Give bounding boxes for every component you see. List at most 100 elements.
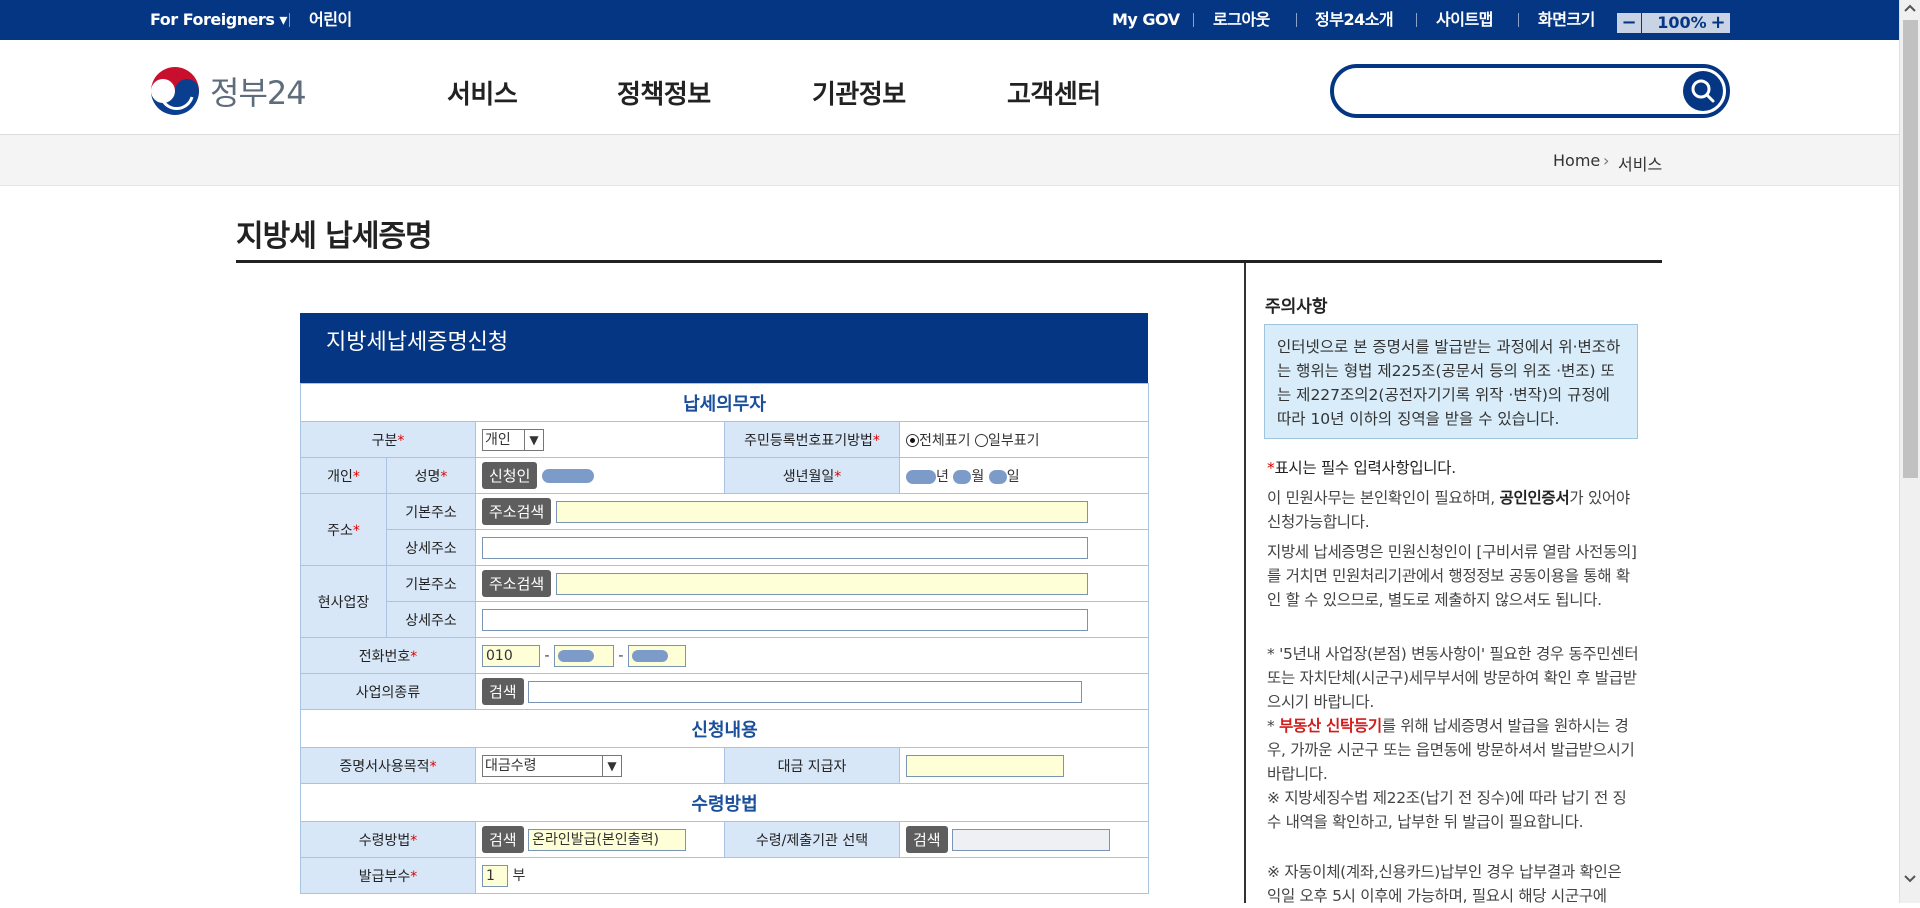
form-table: 납세의무자 구분* 개인 ▼ 주민등록번호표기방법* 전체표기 일부표기 개인* … (299, 383, 1150, 894)
kids-link[interactable]: 어린이 (309, 0, 352, 40)
institution-search-button[interactable]: 검색 (906, 826, 948, 853)
name-label: 성명* (386, 457, 476, 494)
chevron-down-icon: ▼ (524, 429, 543, 450)
scrollbar-thumb[interactable] (1903, 20, 1918, 478)
logo-text[interactable]: 정부24 (210, 68, 307, 114)
workplace-label: 현사업장 (300, 565, 387, 638)
biz-type-cell: 검색 (474, 673, 1150, 710)
copies-input[interactable]: 1 (482, 864, 508, 887)
page-scrollbar[interactable] (1899, 0, 1920, 903)
biz-type-input[interactable] (528, 680, 1083, 703)
month-label: 월 (971, 468, 985, 485)
rrn-full-radio[interactable] (906, 434, 919, 447)
search-button[interactable] (1683, 71, 1723, 111)
receive-method-label: 수령방법* (300, 821, 476, 858)
year-label: 년 (936, 468, 949, 485)
gov24-logo-icon[interactable] (148, 64, 202, 118)
gubun-select[interactable]: 개인 ▼ (482, 428, 544, 451)
biz-type-label: 사업의종류 (300, 673, 476, 710)
mygov-link[interactable]: My GOV (1112, 0, 1180, 40)
section-receive: 수령방법 (299, 783, 1150, 822)
payer-input[interactable] (906, 754, 1064, 777)
institution-input[interactable] (952, 828, 1111, 851)
search-input[interactable] (1350, 76, 1654, 108)
chevron-right-icon: › (1603, 151, 1610, 170)
birth-cell: 년 월 일 (898, 457, 1150, 494)
redacted-month (953, 469, 972, 484)
redacted-phone (557, 649, 594, 662)
nav-customer-center[interactable]: 고객센터 (1007, 74, 1101, 111)
rrn-label: 주민등록번호표기방법* (724, 421, 900, 458)
logout-link[interactable]: 로그아웃 (1213, 0, 1270, 40)
receive-method-input[interactable]: 온라인발급(본인출력) (528, 828, 687, 851)
receive-method-search-button[interactable]: 검색 (482, 826, 524, 853)
dash: - (618, 647, 624, 664)
divider (1193, 13, 1194, 27)
workplace-address-search-button[interactable]: 주소검색 (482, 570, 552, 597)
nav-agency-info[interactable]: 기관정보 (812, 74, 906, 111)
phone-middle-input[interactable] (553, 644, 614, 667)
gubun-label: 구분* (300, 421, 476, 458)
redacted-year (906, 469, 936, 484)
nav-services[interactable]: 서비스 (447, 74, 518, 111)
notice-doc-consent: 지방세 납세증명은 민원신청인이 [구비서류 열람 사전동의]를 거치면 민원처… (1267, 543, 1637, 609)
address-label: 주소* (300, 493, 387, 566)
detail-address-label: 상세주소 (386, 529, 476, 566)
section-request: 신청내용 (299, 709, 1150, 748)
zoom-in-button[interactable]: + (1706, 13, 1730, 33)
biz-type-search-button[interactable]: 검색 (482, 678, 524, 705)
workplace-basic-address-cell: 주소검색 (474, 565, 1150, 602)
phone-prefix-input[interactable]: 010 (482, 644, 540, 667)
sitemap-link[interactable]: 사이트맵 (1436, 0, 1493, 40)
workplace-detail-address-input[interactable] (482, 608, 1088, 631)
warning-box: 인터넷으로 본 증명서를 발급받는 과정에서 위·변조하는 행위는 형법 제22… (1264, 324, 1638, 439)
purpose-select[interactable]: 대금수령 ▼ (482, 754, 622, 777)
basic-address-label: 기본주소 (386, 493, 476, 530)
rrn-partial-label: 일부표기 (987, 432, 1040, 449)
name-cell: 신청인 (475, 457, 725, 494)
nav-policy-info[interactable]: 정책정보 (617, 74, 711, 111)
rrn-full-label: 전체표기 (919, 432, 971, 449)
detail-address-input[interactable] (482, 536, 1088, 559)
divider (289, 13, 290, 27)
zoom-out-button[interactable]: − (1617, 13, 1641, 33)
search-box (1330, 64, 1730, 118)
search-icon (1691, 79, 1715, 103)
section-taxpayer: 납세의무자 (299, 383, 1150, 422)
day-label: 일 (1006, 468, 1020, 485)
phone-last-input[interactable] (627, 644, 686, 667)
redacted-day (988, 469, 1007, 484)
copies-unit: 부 (512, 867, 526, 884)
address-search-button[interactable]: 주소검색 (482, 498, 552, 525)
page-title: 지방세 납세증명 (236, 219, 433, 254)
about-link[interactable]: 정부24소개 (1315, 0, 1394, 40)
workplace-basic-address-label: 기본주소 (386, 565, 476, 602)
copies-cell: 1 부 (474, 857, 1150, 894)
notice-auto-transfer: ※ 자동이체(계좌,신용카드)납부인 경우 납부결과 확인은 익일 오후 5시 … (1267, 863, 1622, 905)
dash: - (544, 647, 550, 664)
divider (1416, 13, 1417, 27)
breadcrumb-current[interactable]: 서비스 (1618, 151, 1662, 175)
screen-size-label: 화면크기 (1538, 10, 1595, 29)
copies-label: 발급부수* (300, 857, 476, 894)
applicant-button[interactable]: 신청인 (482, 462, 538, 489)
scroll-down-icon[interactable] (1904, 874, 1916, 884)
title-divider (236, 260, 1662, 263)
required-note: *표시는 필수 입력사항입니다. (1267, 459, 1456, 477)
notice-title: 주의사항 (1265, 297, 1328, 317)
for-foreigners-menu[interactable]: For Foreigners ▾ (150, 0, 287, 40)
basic-address-input[interactable] (555, 500, 1088, 523)
notice-pre-collection: ※ 지방세징수법 제22조(납기 전 징수)에 따라 납기 전 징수 내역을 확… (1267, 789, 1627, 831)
scroll-up-icon[interactable] (1904, 3, 1916, 13)
workplace-detail-address-cell (474, 601, 1150, 638)
notice-trust-registration: * 부동산 신탁등기를 위해 납세증명서 발급을 원하시는 경우, 가까운 시군… (1267, 717, 1635, 783)
application-form: 지방세납세증명신청 납세의무자 구분* 개인 ▼ 주민등록번호표기방법* 전체표기… (299, 313, 1150, 894)
purpose-label: 증명서사용목적* (300, 747, 476, 784)
receive-method-cell: 검색 온라인발급(본인출력) (475, 821, 725, 858)
rrn-partial-radio[interactable] (974, 434, 988, 447)
birth-label: 생년월일* (724, 457, 900, 494)
redacted-name (541, 468, 594, 483)
workplace-basic-address-input[interactable] (555, 572, 1088, 595)
breadcrumb-home[interactable]: Home (1553, 151, 1600, 170)
divider (1296, 13, 1297, 27)
